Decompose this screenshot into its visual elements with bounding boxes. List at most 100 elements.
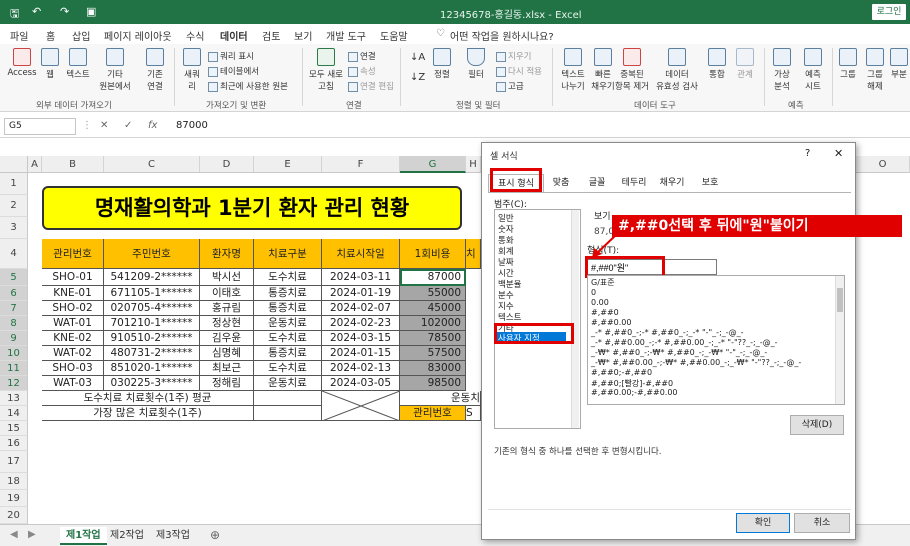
table-cell[interactable]: 홍규림 — [200, 301, 254, 316]
help-icon[interactable]: ? — [805, 148, 810, 159]
format-item[interactable]: #,##0 — [591, 308, 619, 317]
sort-az-icon[interactable]: ↓A — [410, 52, 425, 63]
summary-label[interactable]: 도수치료 치료횟수(1주) 평균 — [42, 391, 254, 406]
row-header[interactable]: 19 — [0, 490, 28, 507]
table-cell[interactable]: 2024-01-15 — [322, 346, 400, 361]
subtotal-button[interactable]: 부분 — [888, 48, 910, 80]
advanced-filter-button[interactable]: 고급 — [496, 80, 524, 92]
scrollbar[interactable] — [835, 276, 844, 404]
table-cell[interactable]: WAT-03 — [42, 376, 104, 391]
clear-filter-button[interactable]: 지우기 — [496, 50, 531, 62]
table-cell[interactable]: 도수치료 — [254, 361, 322, 376]
format-item[interactable]: #,##0;-#,##0 — [591, 368, 652, 377]
data-validation-button[interactable]: 데이터 유효성 검사 — [650, 48, 704, 92]
row-header[interactable]: 8 — [0, 316, 28, 331]
table-cell[interactable]: KNE-02 — [42, 331, 104, 346]
insert-function-icon[interactable]: fx — [148, 120, 157, 131]
row-header[interactable]: 2 — [0, 195, 28, 217]
text-to-columns-button[interactable]: 텍스트 나누기 — [556, 48, 590, 92]
column-header[interactable]: B — [42, 156, 104, 173]
remove-duplicates-button[interactable]: 중복된 항목 제거 — [612, 48, 652, 92]
tab-view[interactable]: 보기 — [294, 28, 312, 43]
sheet-title-shape[interactable]: 명재활의학과 1분기 환자 관리 현황 — [42, 186, 462, 230]
table-cell[interactable]: 통증치료 — [254, 286, 322, 301]
active-cell[interactable]: 87000 — [400, 269, 466, 286]
select-all-corner[interactable] — [0, 156, 28, 173]
column-header[interactable]: F — [322, 156, 400, 173]
row-header[interactable]: 10 — [0, 346, 28, 361]
table-cell[interactable]: 020705-4****** — [104, 301, 200, 316]
sheet-tab[interactable]: 제2작업 — [104, 527, 150, 545]
table-cell[interactable]: 정상현 — [200, 316, 254, 331]
close-icon[interactable]: ✕ — [834, 147, 843, 160]
table-cell[interactable]: S — [466, 406, 481, 421]
format-item[interactable]: _-* #,##0_-;-* #,##0_-;_-* "-"_-;_-@_- — [591, 328, 744, 337]
table-cell[interactable]: 2024-01-19 — [322, 286, 400, 301]
row-header[interactable]: 17 — [0, 451, 28, 473]
table-cell[interactable]: 정해림 — [200, 376, 254, 391]
delete-button[interactable]: 삭제(D) — [790, 415, 844, 435]
header-cell[interactable]: 치료시작일 — [322, 239, 400, 269]
summary-value[interactable] — [254, 406, 322, 421]
tab-home[interactable]: 홈 — [46, 28, 55, 43]
tab-border[interactable]: 테두리 — [616, 174, 652, 192]
ungroup-button[interactable]: 그룹 해제 — [862, 48, 888, 92]
tab-font[interactable]: 글꼴 — [582, 174, 612, 192]
table-cell[interactable]: KNE-01 — [42, 286, 104, 301]
tab-page-layout[interactable]: 페이지 레이아웃 — [104, 28, 172, 43]
tab-help[interactable]: 도움말 — [380, 28, 408, 43]
table-cell[interactable]: 도수치료 — [254, 269, 322, 286]
table-cell[interactable]: 57500 — [400, 346, 466, 361]
scroll-right-icon[interactable]: ▶ — [28, 529, 36, 540]
table-cell[interactable]: 2024-02-13 — [322, 361, 400, 376]
table-cell[interactable]: 2024-03-11 — [322, 269, 400, 286]
row-header[interactable]: 11 — [0, 361, 28, 376]
table-cell[interactable]: 최보근 — [200, 361, 254, 376]
summary-value[interactable] — [254, 391, 322, 406]
existing-connections-button[interactable]: 기존 연결 — [142, 48, 168, 92]
row-header[interactable]: 14 — [0, 406, 28, 421]
header-cell[interactable]: 관리번호 — [42, 239, 104, 269]
column-header[interactable]: H — [466, 156, 481, 173]
cancel-button[interactable]: 취소 — [794, 513, 850, 533]
row-header[interactable]: 4 — [0, 239, 28, 269]
table-cell[interactable]: 운동치료 — [254, 376, 322, 391]
header-cell[interactable]: 관리번호 — [400, 406, 466, 421]
save-icon[interactable]: 🖫 — [10, 5, 19, 24]
other-sources-button[interactable]: 기타 원본에서 — [94, 48, 136, 92]
table-cell[interactable]: 98500 — [400, 376, 466, 391]
table-cell[interactable]: 83000 — [400, 361, 466, 376]
enter-icon[interactable]: ✓ — [124, 120, 132, 131]
column-header[interactable]: C — [104, 156, 200, 173]
header-cell[interactable]: 치 — [466, 239, 481, 269]
summary-label-right[interactable]: 운동치 — [400, 391, 481, 406]
show-queries-button[interactable]: 쿼리 표시 — [208, 50, 254, 62]
column-header[interactable]: D — [200, 156, 254, 173]
name-box[interactable]: G5 — [4, 118, 76, 135]
filter-button[interactable]: 필터 — [462, 48, 490, 80]
table-cell[interactable]: 통증치료 — [254, 346, 322, 361]
table-cell[interactable]: 030225-3****** — [104, 376, 200, 391]
table-cell[interactable]: 55000 — [400, 286, 466, 301]
summary-label[interactable]: 가장 많은 치료횟수(1주) — [42, 406, 254, 421]
table-cell[interactable]: 2024-03-15 — [322, 331, 400, 346]
tab-protection[interactable]: 보호 — [692, 174, 728, 192]
from-table-button[interactable]: 테이블에서 — [208, 65, 259, 77]
relationships-button[interactable]: 관계 — [732, 48, 758, 80]
row-header[interactable]: 3 — [0, 217, 28, 239]
sheet-tab[interactable]: 제3작업 — [150, 527, 196, 545]
table-cell[interactable]: 671105-1****** — [104, 286, 200, 301]
recent-sources-button[interactable]: 최근에 사용한 원본 — [208, 80, 288, 92]
format-item[interactable]: #,##0.00 — [591, 318, 631, 327]
connections-button[interactable]: 연결 — [348, 50, 376, 62]
table-cell[interactable]: 2024-03-05 — [322, 376, 400, 391]
row-header[interactable]: 9 — [0, 331, 28, 346]
table-cell[interactable]: SHO-03 — [42, 361, 104, 376]
format-item[interactable]: #,##0.00;-#,##0.00 — [591, 388, 678, 397]
table-cell[interactable]: SHO-02 — [42, 301, 104, 316]
reapply-button[interactable]: 다시 적용 — [496, 65, 542, 77]
table-cell[interactable]: 701210-1****** — [104, 316, 200, 331]
sort-za-icon[interactable]: ↓Z — [410, 72, 425, 83]
row-header[interactable]: 6 — [0, 286, 28, 301]
table-cell[interactable]: 2024-02-07 — [322, 301, 400, 316]
